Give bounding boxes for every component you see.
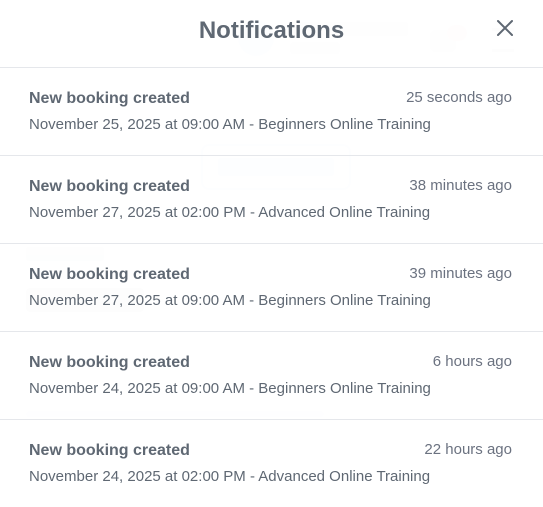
notification-detail: November 27, 2025 at 09:00 AM - Beginner… [29,292,431,309]
notification-title: New booking created [29,178,190,195]
notification-detail: November 24, 2025 at 09:00 AM - Beginner… [29,380,431,397]
notification-item[interactable]: New booking created 22 hours ago Novembe… [0,420,543,507]
notification-item[interactable]: New booking created 6 hours ago November… [0,332,543,420]
notification-time: 38 minutes ago [409,177,512,194]
notification-item[interactable]: New booking created 39 minutes ago Novem… [0,244,543,332]
notification-time: 25 seconds ago [406,89,512,106]
close-icon [497,20,513,36]
notification-item[interactable]: New booking created 38 minutes ago Novem… [0,156,543,244]
panel-header: Notifications [0,0,543,68]
notification-list: New booking created 25 seconds ago Novem… [0,68,543,507]
notification-time: 39 minutes ago [409,265,512,282]
notification-item[interactable]: New booking created 25 seconds ago Novem… [0,68,543,156]
notifications-panel: Notifications New booking created 25 sec… [0,0,543,507]
close-button[interactable] [493,16,517,40]
notification-detail: November 24, 2025 at 02:00 PM - Advanced… [29,468,431,485]
notifications-screen: Notifications New booking created 25 sec… [0,0,543,507]
notification-title: New booking created [29,354,190,371]
notification-time: 6 hours ago [432,353,512,370]
notification-detail: November 27, 2025 at 02:00 PM - Advanced… [29,204,431,221]
notification-title: New booking created [29,90,190,107]
notification-time: 22 hours ago [424,441,512,458]
notification-title: New booking created [29,266,190,283]
notification-title: New booking created [29,442,190,459]
notification-detail: November 25, 2025 at 09:00 AM - Beginner… [29,116,431,133]
panel-title: Notifications [198,17,345,44]
